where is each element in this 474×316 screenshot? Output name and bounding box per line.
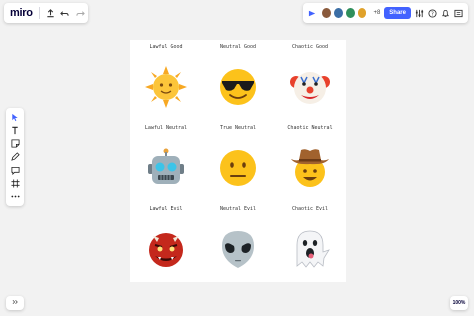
comment-icon[interactable]	[9, 165, 21, 176]
text-tool-icon[interactable]	[9, 125, 21, 136]
cell-neutral-good[interactable]: Neutral Good	[202, 40, 274, 120]
cell-lawful-evil[interactable]: Lawful Evil	[130, 202, 202, 282]
robot-face-icon	[148, 148, 184, 184]
avatar[interactable]	[344, 7, 356, 19]
collaborators-count[interactable]: +8	[373, 10, 380, 16]
sunglasses-face-icon	[220, 69, 256, 105]
board-menu-icon[interactable]	[454, 8, 463, 18]
cell-label: Chaotic Evil	[291, 206, 329, 212]
avatar[interactable]	[332, 7, 344, 19]
undo-redo-group	[56, 3, 88, 23]
alignment-grid: Lawful Good Neutral Good Chaotic Good La…	[130, 40, 346, 282]
frame-icon[interactable]	[9, 178, 21, 189]
miro-logo[interactable]: miro	[10, 7, 33, 19]
select-cursor-icon[interactable]	[9, 112, 21, 123]
collapse-panel-button[interactable]	[6, 296, 24, 310]
cell-label: True Neutral	[219, 125, 257, 131]
cell-label: Lawful Evil	[149, 206, 183, 212]
collaboration-bar: +8 Share ?	[303, 3, 468, 23]
ogre-face-icon	[149, 233, 183, 267]
share-button[interactable]: Share	[384, 7, 411, 19]
cell-chaotic-good[interactable]: Chaotic Good	[274, 40, 346, 120]
zoom-level-indicator[interactable]: 100%	[450, 296, 468, 310]
header-divider	[38, 7, 40, 19]
more-tools-icon[interactable]	[9, 191, 21, 202]
pen-icon[interactable]	[9, 151, 21, 162]
undo-icon[interactable]	[59, 8, 69, 18]
settings-sliders-icon[interactable]	[415, 8, 424, 18]
svg-text:?: ?	[431, 11, 434, 17]
cell-label: Chaotic Neutral	[287, 125, 333, 131]
cell-label: Lawful Neutral	[144, 125, 188, 131]
notifications-bell-icon[interactable]	[441, 8, 450, 18]
alignment-chart-frame[interactable]: Lawful Good Neutral Good Chaotic Good La…	[130, 40, 346, 282]
cell-chaotic-evil[interactable]: Chaotic Evil	[274, 202, 346, 282]
neutral-face-icon	[220, 150, 256, 186]
cowboy-face-icon	[291, 149, 329, 187]
alien-icon	[222, 231, 254, 268]
double-chevron-right-icon	[12, 299, 19, 307]
upload-icon[interactable]	[46, 8, 56, 18]
cell-label: Neutral Evil	[219, 206, 257, 212]
zoom-level-label: 100%	[452, 300, 466, 306]
redo-icon[interactable]	[75, 8, 85, 18]
sun-with-face-icon	[145, 66, 187, 108]
cell-label: Chaotic Good	[291, 44, 329, 50]
help-icon[interactable]: ?	[428, 8, 437, 18]
clown-face-icon	[290, 72, 330, 104]
cell-label: Neutral Good	[219, 44, 257, 50]
tools-toolbar	[6, 108, 24, 206]
ghost-icon	[296, 230, 330, 268]
cell-chaotic-neutral[interactable]: Chaotic Neutral	[274, 121, 346, 201]
cell-true-neutral[interactable]: True Neutral	[202, 121, 274, 201]
avatar[interactable]	[356, 7, 368, 19]
avatar[interactable]	[321, 7, 332, 19]
cell-lawful-neutral[interactable]: Lawful Neutral	[130, 121, 202, 201]
sticky-note-icon[interactable]	[9, 138, 21, 149]
reactions-icon[interactable]	[308, 8, 317, 18]
cell-lawful-good[interactable]: Lawful Good	[130, 40, 202, 120]
cell-label: Lawful Good	[149, 44, 183, 50]
cell-neutral-evil[interactable]: Neutral Evil	[202, 202, 274, 282]
